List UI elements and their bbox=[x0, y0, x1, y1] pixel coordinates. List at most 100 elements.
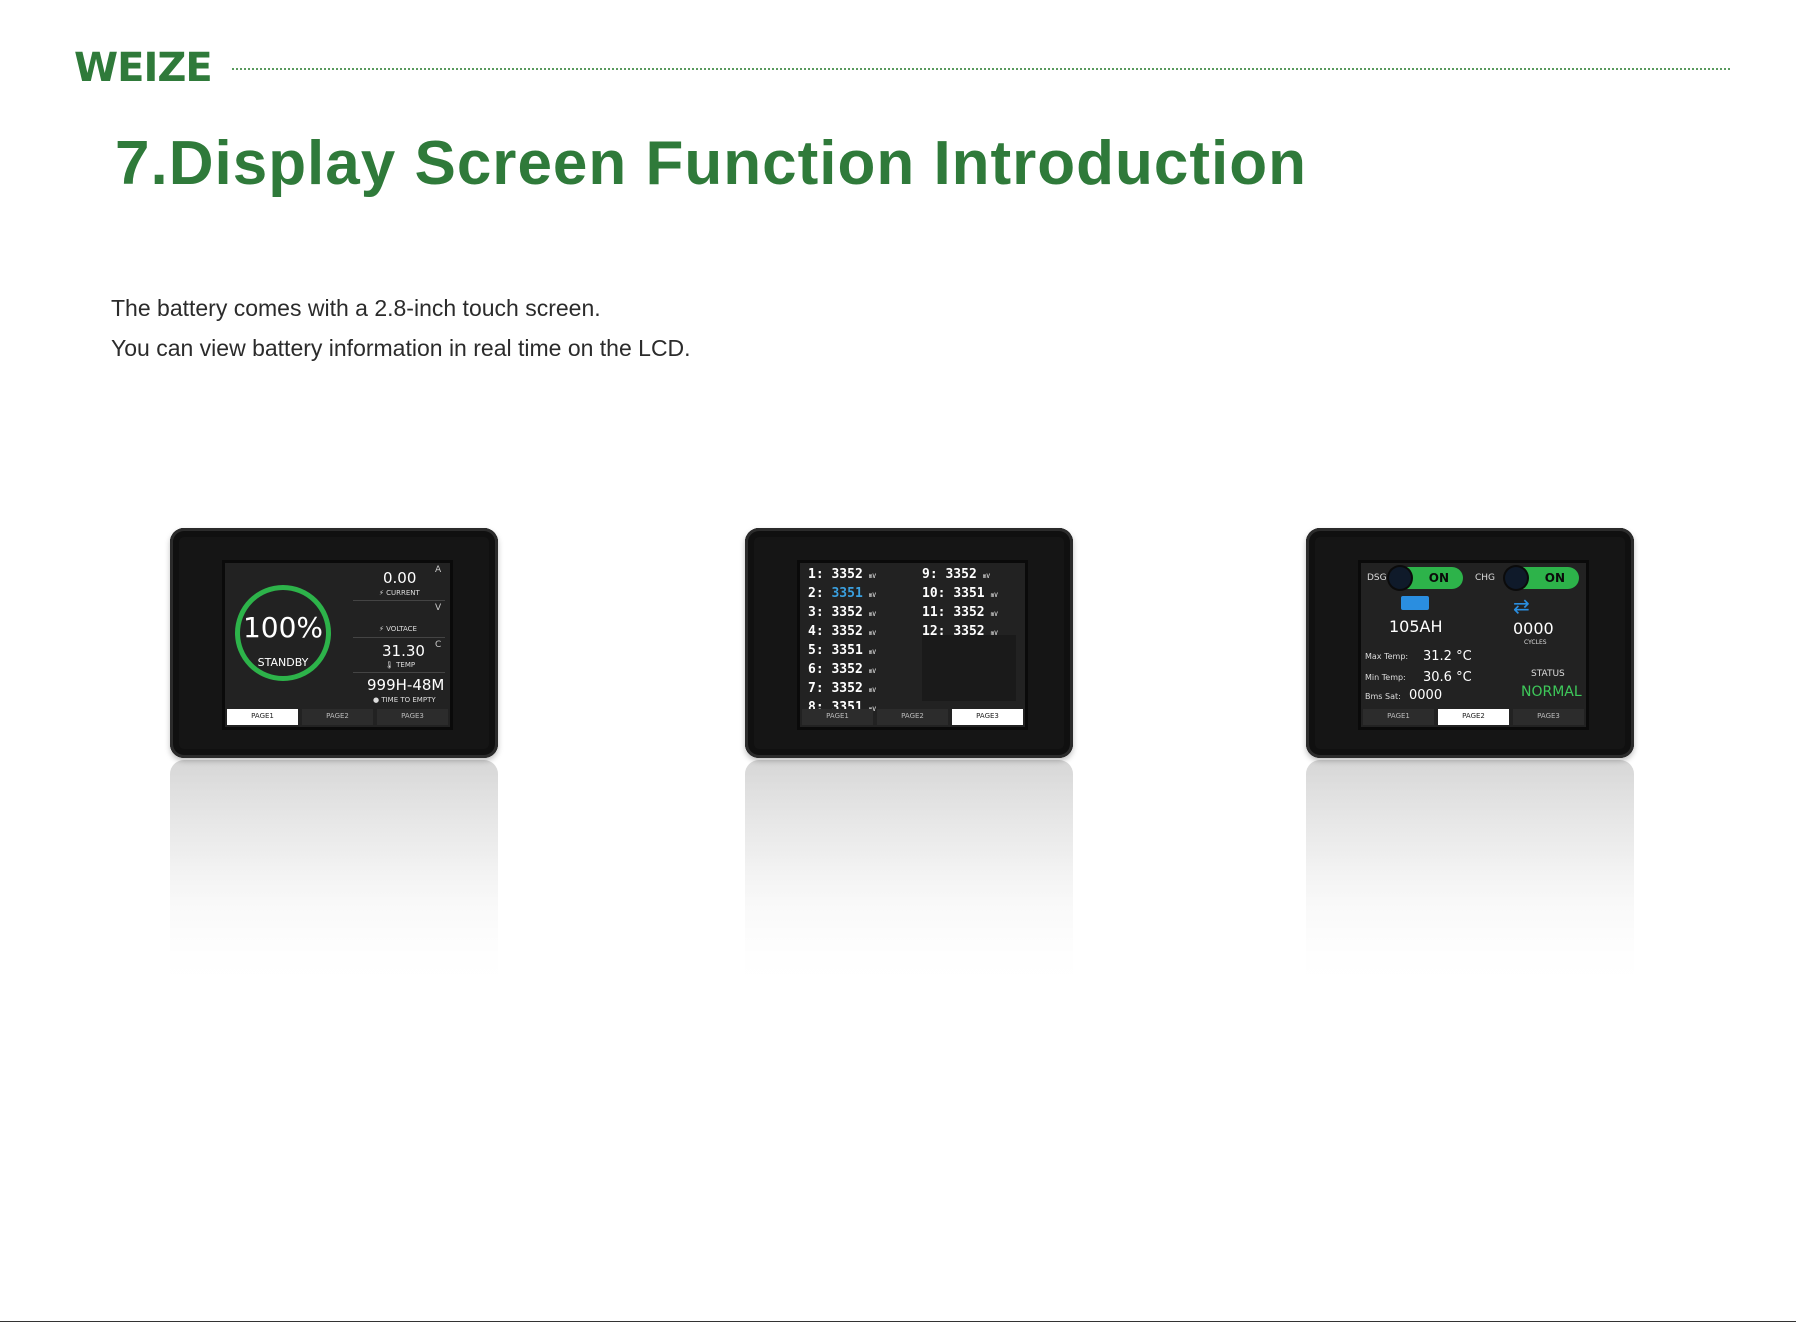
cell-index: 11: bbox=[922, 605, 946, 620]
current-label: ⚡ CURRENT bbox=[379, 589, 420, 597]
cell-row: 5: 3351 mV bbox=[808, 642, 876, 661]
tab-page2[interactable]: PAGE2 bbox=[1438, 709, 1509, 725]
lcd-device-page1: 100% STANDBY 0.00 A ⚡ CURRENT V ⚡ VOLTAC… bbox=[170, 528, 498, 758]
cell-list-right: 9: 3352 mV 10: 3351 mV 11: 3352 mV 12: 3352… bbox=[922, 566, 998, 642]
time-label: ● TIME TO EMPTY bbox=[373, 696, 436, 704]
max-temp-value: 31.2 °C bbox=[1423, 649, 1472, 664]
cell-unit: mV bbox=[868, 573, 877, 580]
reflection-fade bbox=[1300, 756, 1640, 996]
cell-unit: mV bbox=[990, 611, 998, 618]
cell-index: 6: bbox=[808, 662, 824, 677]
lcd-screen: DSG ON CHG ON 105AH ⇄ 0000 CYCLES Max Te… bbox=[1358, 560, 1589, 730]
brand-logo: WEIZE bbox=[74, 45, 213, 91]
dsg-toggle[interactable]: ON bbox=[1389, 567, 1463, 589]
page-tabs: PAGE1 PAGE2 PAGE3 bbox=[225, 709, 450, 727]
intro-text: The battery comes with a 2.8-inch touch … bbox=[111, 288, 691, 368]
status-label: STATUS bbox=[1531, 669, 1565, 679]
cell-index: 3: bbox=[808, 605, 824, 620]
cell-voltage-highlight: 3351 bbox=[831, 586, 863, 601]
tab-page1[interactable]: PAGE1 bbox=[1363, 709, 1434, 725]
tab-page3[interactable]: PAGE3 bbox=[1513, 709, 1584, 725]
cycle-icon: ⇄ bbox=[1513, 594, 1530, 618]
soc-percent: 100% bbox=[242, 611, 324, 644]
lcd-device-page2: DSG ON CHG ON 105AH ⇄ 0000 CYCLES Max Te… bbox=[1306, 528, 1634, 758]
current-label-text: CURRENT bbox=[386, 589, 420, 597]
header-divider bbox=[232, 68, 1730, 70]
tab-page1[interactable]: PAGE1 bbox=[802, 709, 873, 725]
temp-label: 🌡 TEMP bbox=[385, 661, 416, 669]
toggle-on-text: ON bbox=[1544, 571, 1565, 585]
max-temp-label: Max Temp: bbox=[1365, 652, 1409, 661]
cell-index: 1: bbox=[808, 567, 824, 582]
cell-unit: mV bbox=[868, 611, 877, 618]
min-temp-label: Min Temp: bbox=[1365, 673, 1406, 682]
reflection-fade bbox=[739, 756, 1079, 996]
chg-label: CHG bbox=[1475, 573, 1496, 583]
voltage-label-text: VOLTACE bbox=[386, 625, 417, 633]
cell-unit: mV bbox=[982, 573, 991, 580]
capacity-value: 105AH bbox=[1389, 617, 1443, 636]
cell-row: 4: 3352 mV bbox=[808, 623, 876, 642]
voltage-label: ⚡ VOLTACE bbox=[379, 625, 417, 633]
temp-unit: C bbox=[435, 640, 442, 650]
tab-page3[interactable]: PAGE3 bbox=[377, 709, 448, 725]
cell-index: 2: bbox=[808, 586, 824, 601]
cell-voltage: 3352 bbox=[831, 567, 863, 582]
cell-row: 1: 3352 mV bbox=[808, 566, 876, 585]
cell-list-left: 1: 3352 mV 2: 3351 mV 3: 3352 mV 4: 3352 mV … bbox=[808, 566, 876, 718]
cell-voltage: 3352 bbox=[831, 605, 863, 620]
intro-line: The battery comes with a 2.8-inch touch … bbox=[111, 295, 601, 321]
current-unit: A bbox=[435, 565, 442, 575]
tab-page3[interactable]: PAGE3 bbox=[952, 709, 1023, 725]
min-temp-value: 30.6 °C bbox=[1423, 670, 1472, 685]
intro-line: You can view battery information in real… bbox=[111, 335, 691, 361]
tab-page1[interactable]: PAGE1 bbox=[227, 709, 298, 725]
cell-voltage: 3352 bbox=[953, 605, 985, 620]
divider bbox=[353, 672, 445, 673]
temp-label-text: TEMP bbox=[396, 661, 416, 669]
cycles-value: 0000 bbox=[1513, 619, 1554, 638]
toggle-knob bbox=[1505, 567, 1527, 589]
cell-row: 2: 3351 mV bbox=[808, 585, 876, 604]
cell-voltage: 3352 bbox=[831, 681, 863, 696]
cell-row: 3: 3352 mV bbox=[808, 604, 876, 623]
cell-voltage: 3352 bbox=[831, 624, 863, 639]
cell-index: 10: bbox=[922, 586, 946, 601]
cell-unit: mV bbox=[990, 592, 998, 599]
page-title: 7.Display Screen Function Introduction bbox=[115, 129, 1308, 198]
divider bbox=[353, 600, 445, 601]
cell-unit: mV bbox=[868, 592, 877, 599]
battery-icon bbox=[1401, 596, 1429, 610]
cycles-label: CYCLES bbox=[1524, 639, 1547, 646]
voltage-unit: V bbox=[435, 603, 442, 613]
cell-unit: mV bbox=[868, 649, 877, 656]
tab-page2[interactable]: PAGE2 bbox=[877, 709, 948, 725]
time-value: 999H-48M bbox=[367, 676, 445, 694]
cell-row: 11: 3352 mV bbox=[922, 604, 998, 623]
temp-value: 31.30 bbox=[382, 642, 425, 660]
dsg-label: DSG bbox=[1367, 573, 1387, 583]
cell-index: 7: bbox=[808, 681, 824, 696]
cell-row: 6: 3352 mV bbox=[808, 661, 876, 680]
cell-voltage: 3351 bbox=[953, 586, 985, 601]
battery-state: STANDBY bbox=[257, 656, 309, 669]
cell-voltage: 3352 bbox=[831, 662, 863, 677]
bms-value: 0000 bbox=[1409, 688, 1443, 703]
page-tabs: PAGE1 PAGE2 PAGE3 bbox=[800, 709, 1025, 727]
reflection-fade bbox=[164, 756, 504, 996]
cell-voltage: 3352 bbox=[945, 567, 977, 582]
cell-row: 9: 3352 mV bbox=[922, 566, 998, 585]
toggle-knob bbox=[1389, 567, 1411, 589]
cell-voltage: 3351 bbox=[831, 643, 863, 658]
footer-rule bbox=[0, 1321, 1796, 1322]
cell-row: 10: 3351 mV bbox=[922, 585, 998, 604]
toggle-on-text: ON bbox=[1428, 571, 1449, 585]
current-value: 0.00 bbox=[383, 569, 417, 587]
cell-row: 7: 3352 mV bbox=[808, 680, 876, 699]
lcd-device-page3: 1: 3352 mV 2: 3351 mV 3: 3352 mV 4: 3352 mV … bbox=[745, 528, 1073, 758]
lcd-screen: 100% STANDBY 0.00 A ⚡ CURRENT V ⚡ VOLTAC… bbox=[222, 560, 453, 730]
tab-page2[interactable]: PAGE2 bbox=[302, 709, 373, 725]
cell-index: 5: bbox=[808, 643, 824, 658]
divider bbox=[353, 637, 445, 638]
chg-toggle[interactable]: ON bbox=[1505, 567, 1579, 589]
